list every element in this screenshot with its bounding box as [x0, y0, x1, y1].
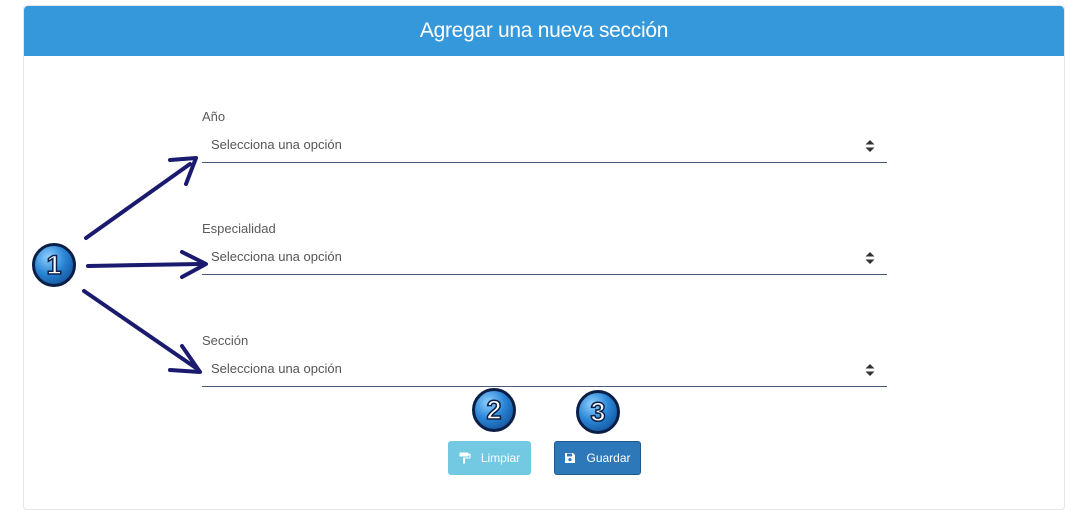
callout-1: 1	[32, 243, 76, 287]
arrow-to-section	[82, 289, 198, 370]
arrow-to-year	[84, 162, 192, 240]
callout-2: 2	[472, 388, 516, 432]
arrow-to-specialty	[86, 262, 202, 268]
callout-3: 3	[576, 390, 620, 434]
annotation-arrows	[82, 156, 208, 374]
